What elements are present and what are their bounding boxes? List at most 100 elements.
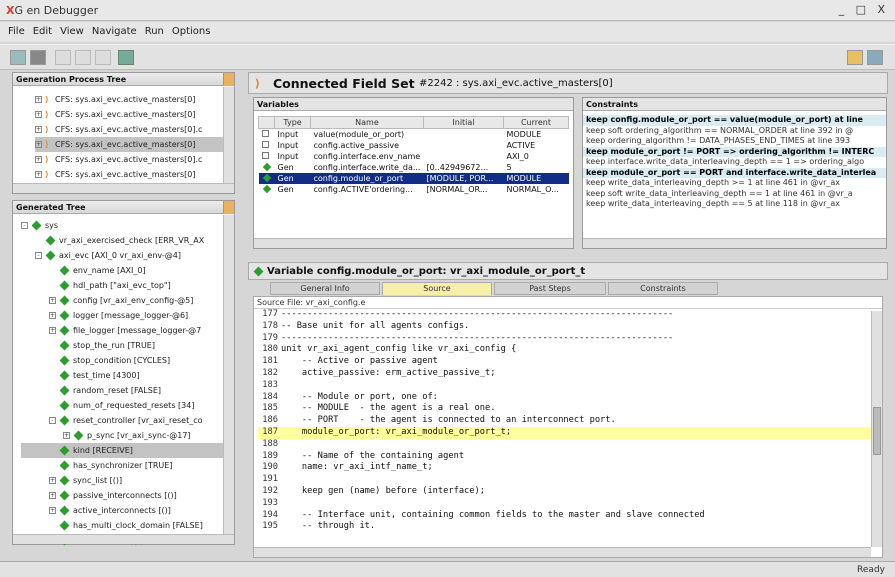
column-header-type[interactable]: Type xyxy=(274,116,311,129)
constraint-row[interactable]: keep interface.write_data_interleaving_d… xyxy=(583,157,886,168)
variable-row[interactable]: Gen config.ACTIVE'ordering... [NORMAL_OR..… xyxy=(259,184,569,195)
cell-type: Gen xyxy=(277,184,294,194)
tree-node[interactable]: stop_condition [CYCLES] xyxy=(21,353,234,368)
tree-node[interactable]: + sync_list [()] xyxy=(21,473,234,488)
tree-item[interactable]: + ⟩ CFS: sys.axi_evc.active_masters[0].c xyxy=(35,152,234,167)
variable-row[interactable]: Input config.interface.env_name AXI_0 xyxy=(259,151,569,162)
expand-icon[interactable]: + xyxy=(35,126,42,133)
expand-icon[interactable]: + xyxy=(35,156,42,163)
tree-item[interactable]: + ⟩ CFS: sys.axi_evc.active_masters[0] xyxy=(35,107,234,122)
constraint-row[interactable]: keep soft ordering_algorithm == NORMAL_O… xyxy=(583,126,886,137)
panel-menu-icon[interactable] xyxy=(223,73,234,86)
view-icon[interactable] xyxy=(10,50,26,65)
tree-node[interactable]: - sys xyxy=(21,218,234,233)
tree-node[interactable]: stop_the_run [TRUE] xyxy=(21,338,234,353)
debug-icon[interactable] xyxy=(847,50,863,65)
menu-view[interactable]: View xyxy=(60,26,84,37)
expand-icon[interactable]: + xyxy=(49,312,56,319)
tree-item[interactable]: + ⟩ CFS: sys.axi_evc.active_masters[0] xyxy=(35,167,234,182)
horizontal-scrollbar[interactable] xyxy=(254,547,871,557)
horizontal-scrollbar[interactable] xyxy=(254,238,573,248)
cell-initial: [NORMAL_OR... xyxy=(426,184,488,194)
variable-title: Variable config.module_or_port: vr_axi_m… xyxy=(267,266,586,277)
tree-node[interactable]: - reset_controller [vr_axi_reset_co xyxy=(21,413,234,428)
expand-icon[interactable]: + xyxy=(35,171,42,178)
tree-node[interactable]: + p_sync [vr_axi_sync-@17] xyxy=(21,428,234,443)
expand-icon[interactable]: + xyxy=(35,111,42,118)
collapse-icon[interactable]: - xyxy=(35,252,42,259)
horizontal-scrollbar[interactable] xyxy=(13,183,234,193)
constraint-row[interactable]: keep write_data_interleaving_depth >= 1 … xyxy=(583,178,886,189)
tree-node[interactable]: has_multi_clock_domain [FALSE] xyxy=(21,518,234,533)
cfs-icon: ⟩ xyxy=(45,170,49,179)
menu-run[interactable]: Run xyxy=(145,26,164,37)
expand-icon[interactable]: + xyxy=(49,477,56,484)
window-controls[interactable]: _ □ X xyxy=(839,3,889,16)
grid-icon[interactable] xyxy=(30,50,46,65)
tree-node[interactable]: vr_axi_exercised_check [ERR_VR_AX xyxy=(21,233,234,248)
tree-node-label: sys xyxy=(45,221,59,230)
collapse-icon[interactable]: - xyxy=(49,417,56,424)
tree-node[interactable]: + logger [message_logger-@6] xyxy=(21,308,234,323)
vertical-scrollbar[interactable] xyxy=(871,311,882,547)
tab-past-steps[interactable]: Past Steps xyxy=(494,282,606,295)
variable-row[interactable]: Gen config.interface.write_da... [0..42949… xyxy=(259,162,569,173)
tree-node[interactable]: + passive_interconnects [()] xyxy=(21,488,234,503)
constraint-row[interactable]: keep ordering_algorithm != DATA_PHASES_E… xyxy=(583,136,886,147)
tree-node[interactable]: env_name [AXI_0] xyxy=(21,263,234,278)
constraint-row[interactable]: keep write_data_interleaving_depth == 5 … xyxy=(583,199,886,210)
column-header-name[interactable]: Name xyxy=(310,116,424,129)
menu-options[interactable]: Options xyxy=(172,26,211,37)
variables-panel: Variables Type Name Initial Current Input va… xyxy=(253,97,574,249)
constraint-row[interactable]: keep soft write_data_interleaving_depth … xyxy=(583,189,886,200)
constraint-row[interactable]: keep config.module_or_port == value(modu… xyxy=(583,115,886,126)
tab-general-info[interactable]: General Info xyxy=(270,282,380,295)
run-icon[interactable] xyxy=(118,50,134,65)
expand-icon[interactable]: + xyxy=(49,507,56,514)
step-icon[interactable] xyxy=(55,50,71,65)
column-header-current[interactable]: Current xyxy=(502,116,570,129)
variable-row[interactable]: Input value(module_or_port) MODULE xyxy=(259,129,569,140)
tree-node[interactable]: + file_logger [message_logger-@7 xyxy=(21,323,234,338)
scrollbar-thumb[interactable] xyxy=(873,407,881,455)
column-header-initial[interactable]: Initial xyxy=(422,116,504,129)
tree-node[interactable]: test_time [4300] xyxy=(21,368,234,383)
constraint-row[interactable]: keep module_or_port != PORT => ordering_… xyxy=(583,146,886,157)
variable-row[interactable]: Gen config.module_or_port [MODULE, POR... M… xyxy=(258,172,569,184)
expand-icon[interactable]: + xyxy=(49,297,56,304)
tree-item[interactable]: + ⟩ CFS: sys.axi_evc.active_masters[0].c xyxy=(35,122,234,137)
menu-file[interactable]: File xyxy=(8,26,25,37)
vertical-scrollbar[interactable] xyxy=(223,87,234,183)
tree-node[interactable]: hdl_path ["axi_evc_top"] xyxy=(21,278,234,293)
expand-icon[interactable]: + xyxy=(49,327,56,334)
tree-item[interactable]: + ⟩ CFS: sys.axi_evc.active_masters[0] xyxy=(35,92,234,107)
layout-icon[interactable] xyxy=(867,50,883,65)
tree-item[interactable]: + ⟩ CFS: sys.axi_evc.active_masters[0] xyxy=(35,137,234,152)
collapse-icon[interactable]: - xyxy=(21,222,28,229)
expand-icon[interactable]: + xyxy=(63,432,70,439)
code-line: 187 module_or_port: vr_axi_module_or_por… xyxy=(258,426,882,439)
menu-navigate[interactable]: Navigate xyxy=(92,26,137,37)
tree-node[interactable]: has_synchronizer [TRUE] xyxy=(21,458,234,473)
tree-node[interactable]: num_of_requested_resets [34] xyxy=(21,398,234,413)
expand-icon[interactable]: + xyxy=(35,96,42,103)
tab-source[interactable]: Source xyxy=(382,282,492,295)
expand-icon[interactable]: + xyxy=(35,141,42,148)
variable-row[interactable]: Input config.active_passive ACTIVE xyxy=(259,140,569,151)
vertical-scrollbar[interactable] xyxy=(223,215,234,534)
horizontal-scrollbar[interactable] xyxy=(13,534,234,544)
panel-menu-icon[interactable] xyxy=(223,201,234,214)
tab-constraints[interactable]: Constraints xyxy=(608,282,718,295)
tree-node[interactable]: + active_interconnects [()] xyxy=(21,503,234,518)
tree-node[interactable]: kind [RECEIVE] xyxy=(21,443,234,458)
horizontal-scrollbar[interactable] xyxy=(583,238,886,248)
tree-node[interactable]: + config [vr_axi_env_config-@5] xyxy=(21,293,234,308)
constraint-row[interactable]: keep module_or_port == PORT and interfac… xyxy=(583,167,886,178)
menu-edit[interactable]: Edit xyxy=(33,26,52,37)
step-over-icon[interactable] xyxy=(95,50,111,65)
tree-node[interactable]: - axi_evc [AXI_0 vr_axi_env-@4] xyxy=(21,248,234,263)
step-back-icon[interactable] xyxy=(75,50,91,65)
expand-icon[interactable]: + xyxy=(49,492,56,499)
tree-node-label: axi_evc [AXI_0 vr_axi_env-@4] xyxy=(59,251,182,260)
tree-node[interactable]: random_reset [FALSE] xyxy=(21,383,234,398)
